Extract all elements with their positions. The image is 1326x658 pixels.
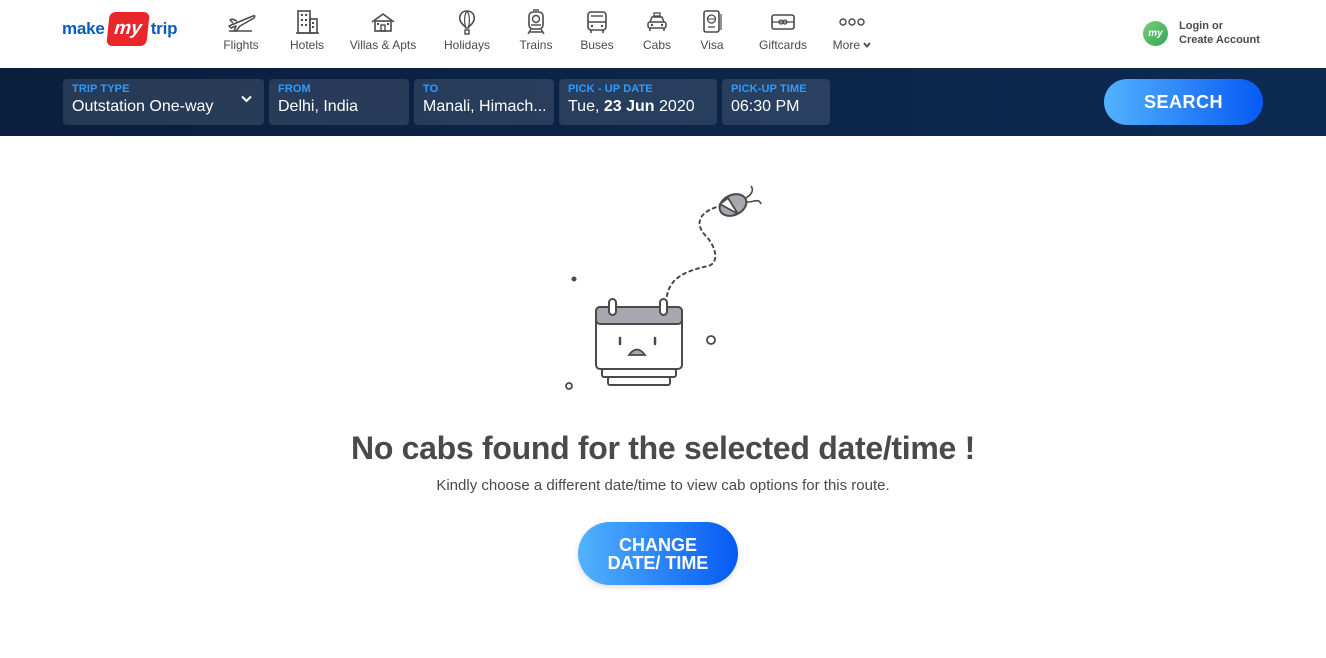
to-value: Manali, Himach... xyxy=(423,98,545,115)
giftcard-icon xyxy=(768,8,798,36)
search-button[interactable]: SEARCH xyxy=(1104,79,1263,125)
from-value: Delhi, India xyxy=(278,98,359,115)
empty-state-title: No cabs found for the selected date/time… xyxy=(351,430,975,466)
nav-label-trains: Trains xyxy=(519,38,553,52)
hotel-icon xyxy=(292,8,322,36)
logo-my-badge: my xyxy=(105,12,150,46)
trip-type-label: TRIP TYPE xyxy=(72,83,130,95)
train-icon xyxy=(521,8,551,36)
from-label: FROM xyxy=(278,83,311,95)
pickup-year: 2020 xyxy=(659,98,695,115)
nav-item-hotels[interactable]: Hotels xyxy=(272,8,342,60)
cab-icon xyxy=(642,8,672,36)
nav-item-buses[interactable]: Buses xyxy=(562,8,632,60)
makemytrip-logo[interactable]: make my trip xyxy=(62,12,177,46)
to-label: TO xyxy=(423,83,439,95)
pickup-time-value: 06:30 PM xyxy=(731,98,800,115)
nav-label-villas: Villas & Apts xyxy=(349,38,417,52)
pickup-date: 23 Jun xyxy=(603,98,655,115)
nav-item-villas[interactable]: Villas & Apts xyxy=(342,8,424,60)
pickup-date-value: Tue, 23 Jun 2020 xyxy=(568,98,708,116)
dotted-path xyxy=(666,205,721,297)
more-text: More xyxy=(832,38,860,52)
main-nav: Flights Hotels Villas & Apts Holidays Tr… xyxy=(210,8,880,60)
nav-item-more[interactable]: More xyxy=(824,8,880,60)
trip-type-select[interactable]: TRIP TYPE Outstation One-way xyxy=(63,79,264,125)
more-dots-icon xyxy=(837,8,867,36)
nav-item-visa[interactable]: Visa xyxy=(682,8,742,60)
fly-icon xyxy=(718,185,762,217)
nav-label-flights: Flights xyxy=(223,38,259,52)
nav-label-holidays: Holidays xyxy=(443,38,491,52)
nav-label-buses: Buses xyxy=(580,38,614,52)
login-line1: Login or xyxy=(1179,20,1223,32)
from-city-field[interactable]: FROM Delhi, India xyxy=(269,79,409,125)
passport-icon xyxy=(697,8,727,36)
trip-type-value: Outstation One-way xyxy=(72,98,214,115)
no-results-calendar-illustration xyxy=(565,185,762,390)
flight-icon xyxy=(226,8,256,36)
nav-label-giftcards: Giftcards xyxy=(758,38,807,52)
change-button-line1: CHANGE xyxy=(618,534,697,555)
empty-state-subtitle: Kindly choose a different date/time to v… xyxy=(436,477,890,494)
avatar: my xyxy=(1143,20,1168,46)
login-text: Login or Create Account xyxy=(1179,19,1260,47)
nav-label-more: More xyxy=(833,38,872,52)
sad-calendar-icon xyxy=(595,298,683,386)
nav-item-trains[interactable]: Trains xyxy=(510,8,562,60)
pickup-time-field[interactable]: PICK-UP TIME 06:30 PM xyxy=(722,79,830,125)
to-city-field[interactable]: TO Manali, Himach... xyxy=(414,79,554,125)
change-button-line2: DATE/ TIME xyxy=(607,552,709,573)
logo-make-text: make xyxy=(62,19,105,38)
search-widget: TRIP TYPE Outstation One-way FROM Delhi,… xyxy=(0,68,1326,136)
villa-icon xyxy=(368,8,398,36)
nav-item-giftcards[interactable]: Giftcards xyxy=(742,8,824,60)
pickup-time-label: PICK-UP TIME xyxy=(731,83,807,95)
nav-item-cabs[interactable]: Cabs xyxy=(632,8,682,60)
nav-item-holidays[interactable]: Holidays xyxy=(424,8,510,60)
chevron-down-icon xyxy=(863,42,872,48)
holiday-balloon-icon xyxy=(452,8,482,36)
nav-item-flights[interactable]: Flights xyxy=(210,8,272,60)
nav-label-visa: Visa xyxy=(700,38,724,52)
login-line2: Create Account xyxy=(1179,34,1260,46)
pickup-day: Tue, xyxy=(568,98,600,115)
top-header: make my trip Flights Hotels Villas & Apt… xyxy=(0,0,1326,68)
chevron-down-icon xyxy=(241,95,252,103)
decor-dot-1 xyxy=(571,276,577,282)
pickup-date-label: PICK - UP DATE xyxy=(568,83,653,95)
logo-trip-text: trip xyxy=(150,19,178,38)
decor-dot-3 xyxy=(565,382,573,390)
bus-icon xyxy=(582,8,612,36)
login-create-account[interactable]: my Login or Create Account xyxy=(1143,19,1260,47)
change-date-time-button[interactable]: CHANGE DATE/ TIME xyxy=(578,522,738,585)
decor-dot-2 xyxy=(706,335,716,345)
nav-label-hotels: Hotels xyxy=(289,38,324,52)
pickup-date-field[interactable]: PICK - UP DATE Tue, 23 Jun 2020 xyxy=(559,79,717,125)
nav-label-cabs: Cabs xyxy=(642,38,671,52)
